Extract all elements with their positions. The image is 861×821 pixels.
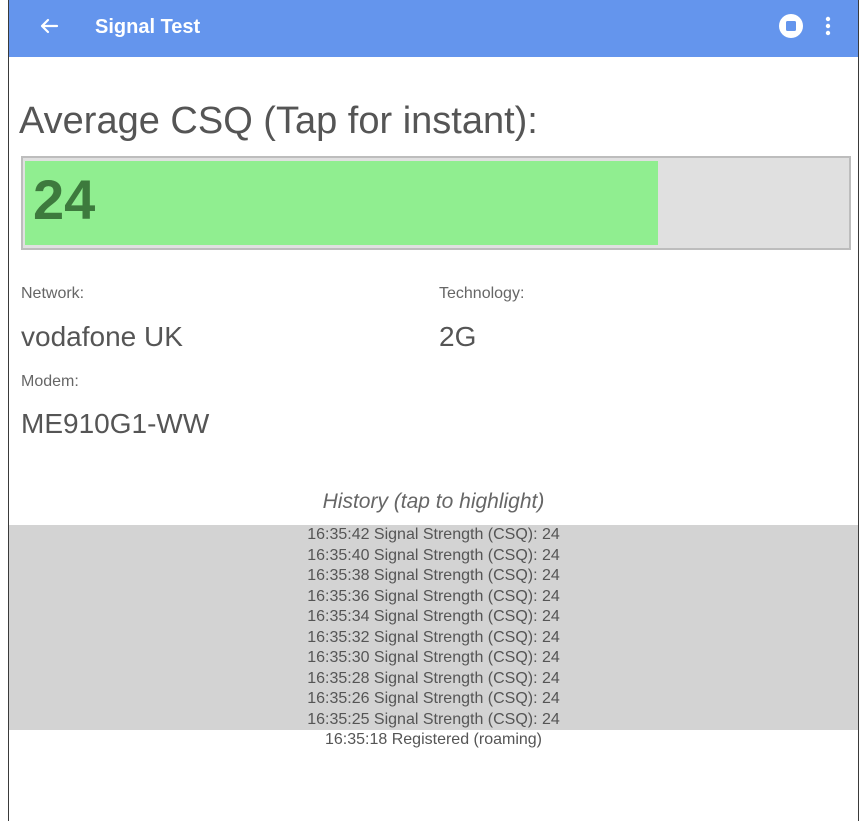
csq-signal-bar[interactable]: 24 — [21, 156, 851, 250]
history-title: History (tap to highlight) — [322, 490, 545, 513]
history-list-item[interactable]: 16:35:42 Signal Strength (CSQ): 24 — [9, 525, 858, 546]
stop-button[interactable] — [775, 12, 807, 44]
csq-signal-fill — [25, 161, 658, 245]
overflow-menu-button[interactable] — [815, 12, 841, 44]
modem-label: Modem: — [21, 373, 79, 390]
app-bar: Signal Test — [9, 0, 858, 57]
history-list-item[interactable]: 16:35:32 Signal Strength (CSQ): 24 — [9, 627, 858, 648]
history-list-item[interactable]: 16:35:38 Signal Strength (CSQ): 24 — [9, 566, 858, 587]
modem-value: ME910G1-WW — [21, 408, 210, 439]
network-label: Network: — [21, 285, 85, 302]
history-list-item[interactable]: 16:35:36 Signal Strength (CSQ): 24 — [9, 586, 858, 607]
stop-circle-icon — [778, 13, 804, 44]
arrow-left-icon — [39, 16, 59, 41]
more-vert-icon — [825, 16, 831, 41]
technology-value: 2G — [439, 321, 477, 352]
network-value: vodafone UK — [21, 321, 183, 352]
history-list-item[interactable]: 16:35:18 Registered (roaming) — [9, 730, 858, 751]
history-list-item[interactable]: 16:35:30 Signal Strength (CSQ): 24 — [9, 648, 858, 669]
history-list-item[interactable]: 16:35:40 Signal Strength (CSQ): 24 — [9, 545, 858, 566]
technology-label: Technology: — [439, 285, 525, 302]
history-list-item[interactable]: 16:35:26 Signal Strength (CSQ): 24 — [9, 689, 858, 710]
history-list: 16:35:42 Signal Strength (CSQ): 24 16:35:… — [9, 525, 858, 751]
app-window: Signal Test Average CSQ (Tap for instant… — [8, 0, 859, 821]
history-list-item[interactable]: 16:35:25 Signal Strength (CSQ): 24 — [9, 709, 858, 730]
history-list-item[interactable]: 16:35:34 Signal Strength (CSQ): 24 — [9, 607, 858, 628]
back-button[interactable] — [31, 10, 67, 46]
csq-value: 24 — [33, 168, 96, 231]
history-list-item[interactable]: 16:35:28 Signal Strength (CSQ): 24 — [9, 668, 858, 689]
app-title: Signal Test — [95, 16, 201, 38]
average-csq-label[interactable]: Average CSQ (Tap for instant): — [19, 100, 538, 143]
